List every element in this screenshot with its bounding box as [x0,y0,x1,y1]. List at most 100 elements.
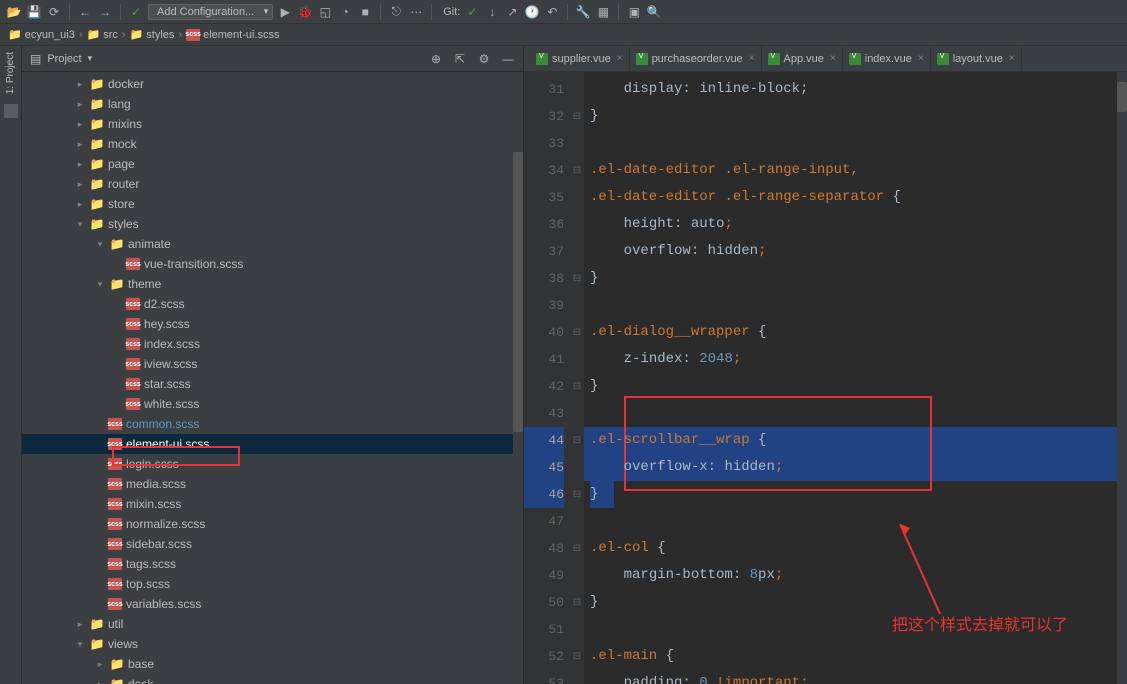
tree-file-element-ui[interactable]: scsselement-ui.scss [22,434,523,454]
search-icon[interactable]: 🔍 [646,4,662,20]
code-line[interactable] [590,130,1127,157]
open-icon[interactable]: 📂 [6,4,22,20]
code-line[interactable]: } [590,481,1127,508]
save-icon[interactable]: 💾 [26,4,42,20]
code-line[interactable]: } [590,265,1127,292]
hide-icon[interactable]: — [501,52,515,66]
run-configuration-select[interactable]: Add Configuration... [148,4,273,20]
tab-layout[interactable]: layout.vue× [931,46,1022,71]
layout-icon[interactable]: ▣ [626,4,642,20]
tree-file-mixin[interactable]: scssmixin.scss [22,494,523,514]
tree-folder-theme[interactable]: ▾📁theme [22,274,523,294]
run-icon[interactable]: ▶ [277,4,293,20]
project-panel-title[interactable]: Project [47,53,81,65]
close-icon[interactable]: × [918,53,924,64]
tree-file-tags[interactable]: scsstags.scss [22,554,523,574]
code-line[interactable]: } [590,103,1127,130]
tab-app[interactable]: App.vue× [762,46,843,71]
settings-icon[interactable]: 🔧 [575,4,591,20]
coverage-icon[interactable]: ◱ [317,4,333,20]
code-line[interactable]: margin-bottom: 8px; [590,562,1127,589]
locate-icon[interactable]: ⊕ [429,52,443,66]
tree-file-d2[interactable]: scssd2.scss [22,294,523,314]
gear-icon[interactable]: ⚙ [477,52,491,66]
project-view-icon[interactable]: ▤ [30,52,41,66]
breadcrumb-styles[interactable]: 📁styles [130,28,175,41]
project-tool-button[interactable]: 1: Project [5,52,16,94]
code-line[interactable]: .el-scrollbar__wrap { [590,427,1127,454]
forward-icon[interactable]: → [97,4,113,20]
breadcrumb-file[interactable]: scsselement-ui.scss [186,29,279,41]
collapse-icon[interactable]: ⇱ [453,52,467,66]
stop-icon[interactable]: ■ [357,4,373,20]
tree-folder-lang[interactable]: ▸📁lang [22,94,523,114]
editor-scrollbar-thumb[interactable] [1117,82,1127,112]
tree-file-media[interactable]: scssmedia.scss [22,474,523,494]
revert-icon[interactable]: ↶ [544,4,560,20]
close-icon[interactable]: × [617,53,623,64]
code-line[interactable]: z-index: 2048; [590,346,1127,373]
code-line[interactable]: } [590,373,1127,400]
tree-file-white[interactable]: scsswhite.scss [22,394,523,414]
tree-folder-router[interactable]: ▸📁router [22,174,523,194]
code-line[interactable]: .el-date-editor .el-range-input, [590,157,1127,184]
code-line[interactable]: .el-dialog__wrapper { [590,319,1127,346]
tree-folder-page[interactable]: ▸📁page [22,154,523,174]
tree-file-variables[interactable]: scssvariables.scss [22,594,523,614]
vcs-commit-icon[interactable]: ↓ [484,4,500,20]
tab-index[interactable]: index.vue× [843,46,931,71]
history-icon[interactable]: 🕐 [524,4,540,20]
attach-icon[interactable]: ⎋ [388,4,404,20]
tree-folder-mixins[interactable]: ▸📁mixins [22,114,523,134]
tree-file-normalize[interactable]: scssnormalize.scss [22,514,523,534]
tree-scrollbar-thumb[interactable] [513,152,523,432]
tree-file-hey[interactable]: scsshey.scss [22,314,523,334]
tree-folder-styles[interactable]: ▾📁styles [22,214,523,234]
tree-folder-animate[interactable]: ▾📁animate [22,234,523,254]
code-line[interactable]: .el-main { [590,643,1127,670]
tree-folder-docker[interactable]: ▸📁docker [22,74,523,94]
code-line[interactable]: .el-date-editor .el-range-separator { [590,184,1127,211]
breadcrumb-src[interactable]: 📁src [87,28,118,41]
refresh-icon[interactable]: ⟳ [46,4,62,20]
tree-file-common[interactable]: scsscommon.scss [22,414,523,434]
tree-file-star[interactable]: scssstar.scss [22,374,523,394]
close-icon[interactable]: × [1009,53,1015,64]
vcs-update-icon[interactable]: ✓ [464,4,480,20]
code-line[interactable] [590,400,1127,427]
tree-file-top[interactable]: scsstop.scss [22,574,523,594]
tree-file-sidebar[interactable]: scsssidebar.scss [22,534,523,554]
code-line[interactable]: padding: 0 !important; [590,670,1127,684]
vcs-push-icon[interactable]: ↗ [504,4,520,20]
tree-file-vue-transition[interactable]: scssvue-transition.scss [22,254,523,274]
tree-file-login[interactable]: scsslogin.scss [22,454,523,474]
code-line[interactable]: .el-col { [590,535,1127,562]
tree-file-iview[interactable]: scssiview.scss [22,354,523,374]
tree-folder-util[interactable]: ▸📁util [22,614,523,634]
structure-icon[interactable]: ▦ [595,4,611,20]
dropdown-icon[interactable]: ▾ [88,53,93,64]
build-icon[interactable]: ✓ [128,4,144,20]
code-line[interactable] [590,292,1127,319]
tree-folder-base[interactable]: ▸📁base [22,654,523,674]
tab-purchaseorder[interactable]: purchaseorder.vue× [630,46,762,71]
tree-folder-views[interactable]: ▾📁views [22,634,523,654]
code-line[interactable]: height: auto; [590,211,1127,238]
code-area[interactable]: display: inline-block; } .el-date-editor… [584,72,1127,684]
tree-folder-store[interactable]: ▸📁store [22,194,523,214]
breadcrumb-project[interactable]: 📁ecyun_ui3 [8,28,75,41]
code-line[interactable]: overflow: hidden; [590,238,1127,265]
tree-folder-desk[interactable]: ▸📁desk [22,674,523,684]
structure-tool-icon[interactable] [4,104,18,118]
tab-supplier[interactable]: supplier.vue× [530,46,630,71]
code-line[interactable] [590,508,1127,535]
tree-file-index[interactable]: scssindex.scss [22,334,523,354]
tree-folder-mock[interactable]: ▸📁mock [22,134,523,154]
editor-body[interactable]: 31 32 33 34 35 36 37 38 39 40 41 42 43 4… [524,72,1127,684]
editor-scrollbar[interactable] [1117,72,1127,684]
debug-icon[interactable]: 🐞 [297,4,313,20]
close-icon[interactable]: × [830,53,836,64]
code-line[interactable]: overflow-x: hidden; [590,454,1127,481]
close-icon[interactable]: × [749,53,755,64]
profile-icon[interactable]: ◔ [337,4,353,20]
